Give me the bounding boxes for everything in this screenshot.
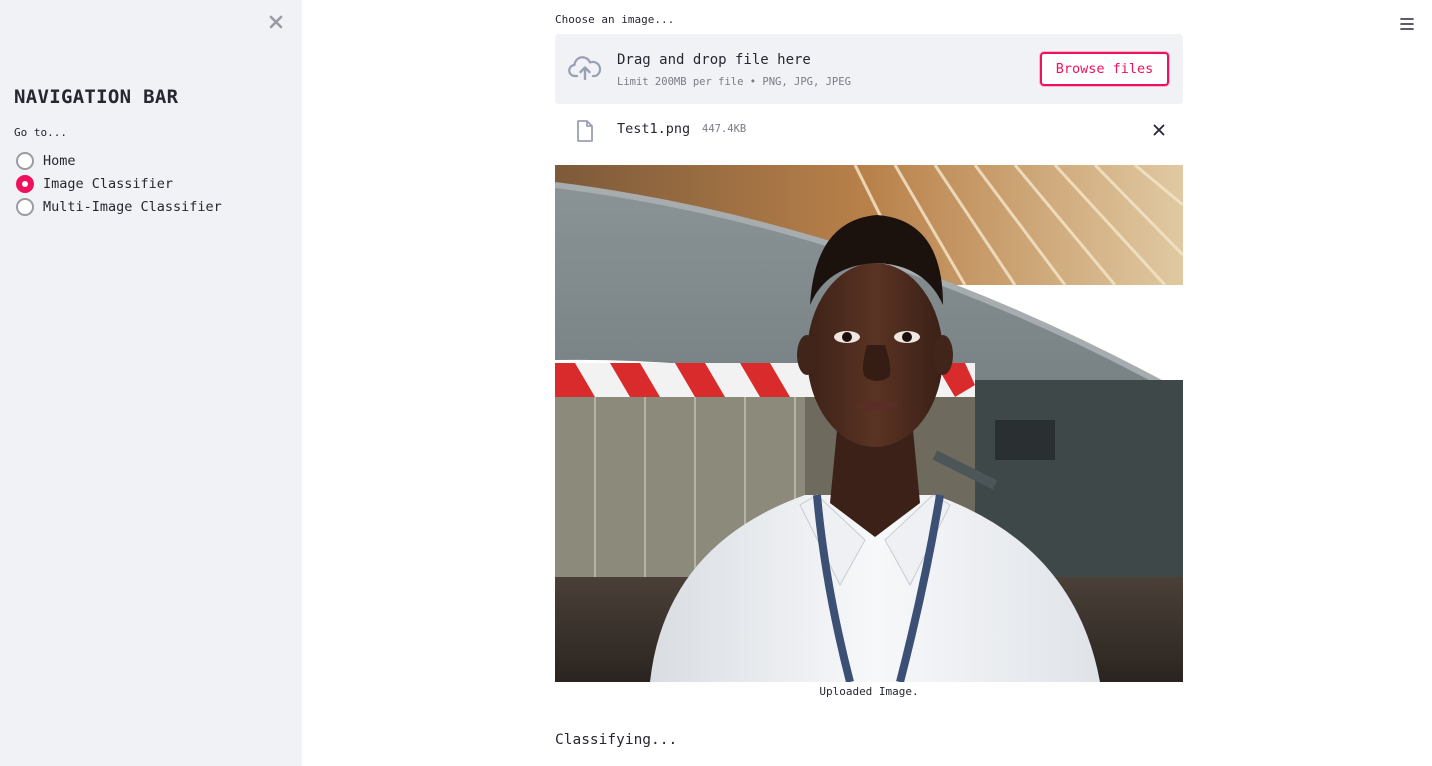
radio-option-home[interactable]: Home bbox=[16, 149, 222, 172]
remove-file-icon[interactable] bbox=[1149, 120, 1169, 140]
uploaded-file-row: Test1.png 447.4KB bbox=[555, 112, 1183, 148]
radio-group-label: Go to... bbox=[14, 126, 67, 139]
app-root: NAVIGATION BAR Go to... Home Image Class… bbox=[0, 0, 1432, 766]
cloud-upload-icon bbox=[568, 54, 602, 82]
radio-option-label: Image Classifier bbox=[43, 175, 174, 192]
radio-option-label: Multi-Image Classifier bbox=[43, 198, 222, 215]
sidebar: NAVIGATION BAR Go to... Home Image Class… bbox=[0, 0, 302, 766]
radio-button[interactable] bbox=[16, 151, 34, 170]
sidebar-close-icon[interactable] bbox=[266, 12, 286, 32]
dropzone-instructions: Limit 200MB per file • PNG, JPG, JPEG bbox=[617, 76, 851, 88]
browse-files-button[interactable]: Browse files bbox=[1040, 52, 1169, 86]
dropzone-title: Drag and drop file here bbox=[617, 52, 811, 68]
navigation-radio-group: Home Image Classifier Multi-Image Classi… bbox=[16, 149, 222, 218]
radio-button[interactable] bbox=[16, 197, 34, 216]
radio-option-multi-image-classifier[interactable]: Multi-Image Classifier bbox=[16, 195, 222, 218]
radio-option-label: Home bbox=[43, 152, 76, 169]
image-caption: Uploaded Image. bbox=[819, 685, 919, 698]
uploaded-file-size: 447.4KB bbox=[702, 123, 747, 135]
file-dropzone[interactable]: Drag and drop file here Limit 200MB per … bbox=[555, 34, 1183, 104]
radio-button-selected[interactable] bbox=[16, 174, 34, 193]
file-icon bbox=[575, 119, 595, 143]
classification-status: Classifying... bbox=[555, 732, 678, 748]
sidebar-title: NAVIGATION BAR bbox=[14, 86, 179, 108]
file-uploader-label: Choose an image... bbox=[555, 13, 675, 26]
radio-option-image-classifier[interactable]: Image Classifier bbox=[16, 172, 222, 195]
menu-icon[interactable] bbox=[1397, 14, 1417, 34]
uploaded-image bbox=[555, 165, 1183, 682]
uploaded-file-name: Test1.png bbox=[617, 121, 691, 137]
